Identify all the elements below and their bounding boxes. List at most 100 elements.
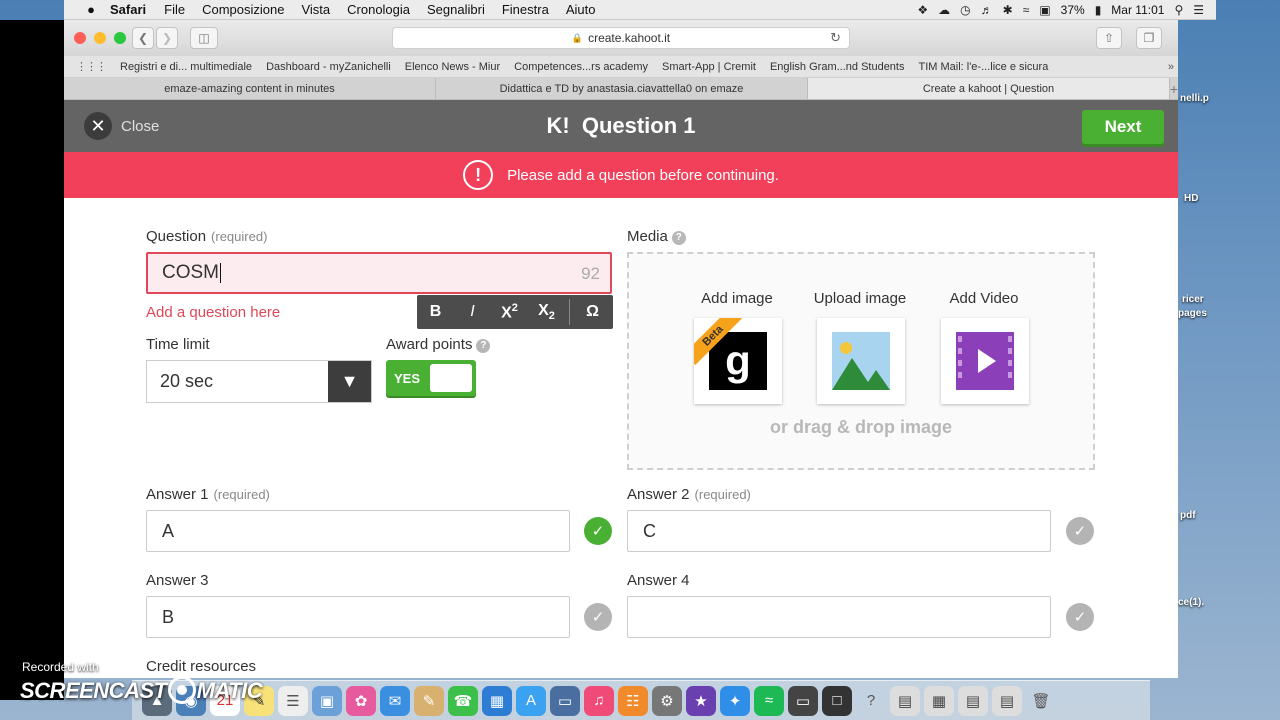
new-tab-icon[interactable]: + — [1170, 78, 1178, 99]
answer-4-input[interactable] — [627, 596, 1051, 638]
subscript-button[interactable]: X2 — [528, 302, 565, 322]
superscript-button[interactable]: X2 — [491, 302, 528, 322]
battery-icon[interactable]: ▮ — [1095, 3, 1102, 17]
help-viewer-icon[interactable]: ? — [856, 686, 886, 716]
desktop-icon-label[interactable]: ce(1). — [1178, 597, 1204, 608]
tab-didattica[interactable]: Didattica e TD by anastasia.ciavattella0… — [436, 78, 808, 99]
upload-image-button[interactable] — [817, 318, 905, 404]
document-icon[interactable]: ▤ — [992, 685, 1022, 716]
bold-button[interactable]: B — [417, 303, 454, 321]
spreadsheet-icon[interactable]: ▦ — [924, 685, 954, 716]
desktop-icon-label[interactable]: nelli.p — [1180, 93, 1209, 104]
textedit-icon[interactable]: ✎ — [414, 685, 444, 716]
question-input[interactable]: COSM 92 — [146, 252, 612, 294]
window-minimize-icon[interactable] — [94, 32, 106, 44]
close-button[interactable]: ✕ Close — [84, 112, 159, 140]
ibooks-icon[interactable]: ☷ — [618, 685, 648, 716]
menu-file[interactable]: File — [164, 2, 185, 17]
next-button[interactable]: Next — [1082, 110, 1164, 144]
time-limit-select[interactable]: 20 sec ▼ — [146, 360, 372, 403]
app-store-icon[interactable]: A — [516, 685, 546, 716]
tab-create-kahoot[interactable]: Create a kahoot | Question — [808, 78, 1170, 99]
menu-finestra[interactable]: Finestra — [502, 2, 549, 17]
messages-icon[interactable]: ✉ — [380, 685, 410, 716]
itunes-icon[interactable]: ♫ — [584, 685, 614, 716]
answer-2-input[interactable]: C — [627, 510, 1051, 552]
bookmark-item[interactable]: Competences...rs academy — [514, 61, 648, 73]
terminal-icon[interactable]: ▭ — [788, 685, 818, 716]
sidebar-toggle-button[interactable]: ◫ — [190, 27, 218, 49]
document-icon[interactable]: ▤ — [958, 685, 988, 716]
window-zoom-icon[interactable] — [114, 32, 126, 44]
wifi-icon[interactable]: ≈ — [1023, 3, 1030, 17]
notification-center-icon[interactable]: ☰ — [1193, 3, 1204, 17]
spotlight-search-icon[interactable]: ⚲ — [1174, 3, 1183, 17]
bookmark-item[interactable]: TIM Mail: l'e-...lice e sicura — [918, 61, 1048, 73]
desktop-icon-label[interactable]: pdf — [1180, 510, 1196, 521]
add-video-button[interactable] — [941, 318, 1029, 404]
desktop-icon-label[interactable]: ricer — [1182, 294, 1204, 305]
award-points-toggle[interactable]: YES — [386, 360, 476, 396]
share-button[interactable]: ⇧ — [1096, 27, 1122, 49]
bluetooth-icon[interactable]: ✱ — [1003, 3, 1013, 17]
forward-button[interactable]: ❯ — [156, 27, 178, 49]
tab-overview-button[interactable]: ❐ — [1136, 27, 1162, 49]
desktop-icon-label[interactable]: HD — [1184, 193, 1198, 204]
cloud-upload-icon[interactable]: ☁ — [938, 3, 950, 17]
bookmark-item[interactable]: Elenco News - Miur — [405, 61, 500, 73]
reload-icon[interactable]: ↻ — [830, 30, 841, 46]
input-source-icon[interactable]: ▣ — [1039, 3, 1050, 17]
dropbox-icon[interactable]: ❖ — [917, 3, 928, 17]
bookmark-item[interactable]: Dashboard - myZanichelli — [266, 61, 391, 73]
mac-menubar: ● Safari File Composizione Vista Cronolo… — [64, 0, 1216, 20]
menu-cronologia[interactable]: Cronologia — [347, 2, 410, 17]
menu-composizione[interactable]: Composizione — [202, 2, 284, 17]
facetime-icon[interactable]: ☎ — [448, 685, 478, 716]
numbers-icon[interactable]: ▦ — [482, 685, 512, 716]
bookmark-item[interactable]: English Gram...nd Students — [770, 61, 905, 73]
desktop-icon-label[interactable]: pages — [1178, 308, 1207, 319]
help-icon[interactable]: ? — [671, 231, 686, 245]
top-sites-grid-icon[interactable]: ⋮⋮⋮ — [76, 60, 107, 73]
trash-icon[interactable]: 🗑 — [1026, 686, 1056, 716]
preview-icon[interactable]: ▣ — [312, 685, 342, 716]
back-button[interactable]: ❮ — [132, 27, 154, 49]
time-machine-icon[interactable]: ◷ — [960, 3, 970, 17]
bookmarks-overflow-icon[interactable]: » — [1168, 61, 1174, 73]
document-icon[interactable]: ▤ — [890, 685, 920, 716]
keynote-icon[interactable]: ▭ — [550, 685, 580, 716]
award-points-label: Award points? — [386, 336, 491, 353]
safari-icon[interactable]: ✦ — [720, 685, 750, 716]
correct-answer-2-toggle[interactable]: ✓ — [1066, 517, 1094, 545]
bookmark-item[interactable]: Smart-App | Cremit — [662, 61, 756, 73]
menu-segnalibri[interactable]: Segnalibri — [427, 2, 485, 17]
apple-menu-icon[interactable]: ● — [82, 2, 100, 17]
add-image-button[interactable]: g Beta — [694, 318, 782, 404]
answer-1-input[interactable]: A — [146, 510, 570, 552]
address-bar[interactable]: 🔒 create.kahoot.it ↻ — [392, 27, 850, 49]
correct-answer-4-toggle[interactable]: ✓ — [1066, 603, 1094, 631]
menu-vista[interactable]: Vista — [301, 2, 330, 17]
tab-emaze[interactable]: emaze-amazing content in minutes — [64, 78, 436, 99]
photos-icon[interactable]: ✿ — [346, 685, 376, 716]
menubar-clock[interactable]: Mar 11:01 — [1111, 3, 1164, 17]
special-character-button[interactable]: Ω — [574, 303, 611, 321]
menu-app-name[interactable]: Safari — [110, 2, 146, 17]
battery-percent[interactable]: 37% — [1061, 3, 1085, 17]
italic-button[interactable]: I — [454, 303, 491, 321]
window-close-icon[interactable] — [74, 32, 86, 44]
answer-3-label: Answer 3 — [146, 572, 209, 589]
media-dropzone[interactable]: Add image Upload image Add Video g Beta — [627, 252, 1095, 470]
reminders-icon[interactable]: ☰ — [278, 685, 308, 716]
menu-aiuto[interactable]: Aiuto — [566, 2, 596, 17]
spotify-icon[interactable]: ≈ — [754, 685, 784, 716]
screenshot-icon[interactable]: □ — [822, 685, 852, 716]
imovie-icon[interactable]: ★ — [686, 685, 716, 716]
help-icon[interactable]: ? — [476, 339, 491, 353]
correct-answer-3-toggle[interactable]: ✓ — [584, 603, 612, 631]
answer-3-input[interactable]: B — [146, 596, 570, 638]
correct-answer-1-toggle[interactable]: ✓ — [584, 517, 612, 545]
system-preferences-icon[interactable]: ⚙ — [652, 685, 682, 716]
volume-icon[interactable]: ♬ — [981, 3, 993, 17]
bookmark-item[interactable]: Registri e di... multimediale — [120, 61, 252, 73]
